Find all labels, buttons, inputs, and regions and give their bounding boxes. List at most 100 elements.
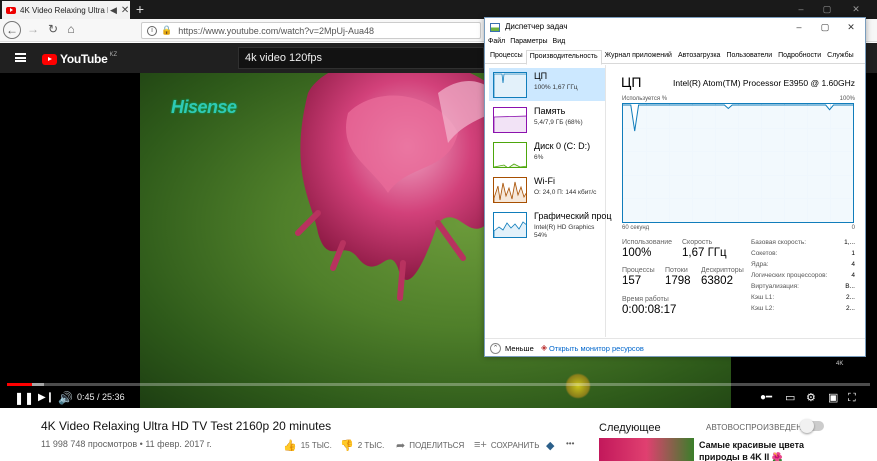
thumbs-down-icon: 👎 xyxy=(340,440,354,452)
stat-value: 100% xyxy=(622,247,652,259)
video-meta: 11 998 748 просмотров • 11 февр. 2017 г. xyxy=(41,439,212,449)
stat-label: Потоки xyxy=(665,267,688,274)
current-time: 0:45 xyxy=(77,392,95,402)
cpu-heading: ЦП xyxy=(621,74,642,90)
autoplay-label: АВТОВОСПРОИЗВЕДЕНИЕ xyxy=(706,423,814,432)
resource-name: ЦП xyxy=(534,71,548,81)
detail-key: Виртуализация: xyxy=(751,283,799,290)
open-resource-monitor-link[interactable]: Открыть монитор ресурсов xyxy=(549,344,644,353)
save-button[interactable]: ≡+ СОХРАНИТЬ xyxy=(474,439,539,451)
site-info-icon[interactable]: i xyxy=(147,25,157,36)
detail-key: Ядра: xyxy=(751,261,769,268)
extension-button[interactable]: ◆ xyxy=(546,439,558,452)
resource-gpu[interactable]: Графический проц Intel(R) HD Graphics 54… xyxy=(489,208,612,248)
menu-file[interactable]: Файл xyxy=(488,38,505,49)
share-label: ПОДЕЛИТЬСЯ xyxy=(409,441,465,450)
resource-wifi[interactable]: Wi-Fi О: 24,0 П: 144 кбит/с xyxy=(489,173,605,206)
resource-value: Intel(R) HD Graphics 54% xyxy=(534,224,595,239)
autoplay-toggle-icon[interactable]: ●━ xyxy=(760,391,772,405)
like-count: 15 ТЫС. xyxy=(300,441,332,450)
stat-label: Процессы xyxy=(622,267,655,274)
tab-audio-icon[interactable]: ◀ xyxy=(110,5,117,16)
stat-label: Дескрипторы xyxy=(701,267,744,274)
video-title: 4K Video Relaxing Ultra HD TV Test 2160p… xyxy=(41,419,332,433)
subtitles-icon[interactable]: ▭ xyxy=(785,391,795,405)
more-actions-button[interactable]: ••• xyxy=(566,439,574,448)
next-video-icon[interactable]: ▶❙ xyxy=(38,391,54,405)
resource-cpu[interactable]: ЦП 100% 1,67 ГГц xyxy=(489,68,605,101)
tab-details[interactable]: Подробности xyxy=(775,50,824,63)
chevron-up-icon[interactable]: ⌃ xyxy=(490,343,501,354)
time-separator: / xyxy=(94,392,103,402)
url-text: https://www.youtube.com/watch?v=2MpUj-Au… xyxy=(178,25,375,36)
tab-title: 4K Video Relaxing Ultra HD xyxy=(20,5,108,15)
url-bar[interactable]: i 🔒 https://www.youtube.com/watch?v=2MpU… xyxy=(141,22,481,39)
detail-value: 4 xyxy=(851,261,855,268)
tab-app-history[interactable]: Журнал приложений xyxy=(602,50,675,63)
disk-mini-graph xyxy=(493,142,527,168)
memory-mini-graph xyxy=(493,107,527,133)
new-tab-button[interactable]: + xyxy=(133,0,147,19)
tm-menubar: Файл Параметры Вид xyxy=(485,38,865,49)
share-button[interactable]: ➦ ПОДЕЛИТЬСЯ xyxy=(396,439,464,452)
stat-uptime: Время работы 0:00:08:17 xyxy=(622,296,676,316)
volume-icon[interactable]: 🔊 xyxy=(58,391,73,405)
graph-zero-label: 0 xyxy=(851,225,855,231)
tab-users[interactable]: Пользователи xyxy=(723,50,775,63)
menu-icon[interactable] xyxy=(15,53,26,62)
resource-list: ЦП 100% 1,67 ГГц Память 5,4/7,9 ГБ (68%)… xyxy=(485,65,612,337)
fewer-details-link[interactable]: Меньше xyxy=(505,344,534,353)
miniplayer-icon[interactable]: ▣ xyxy=(828,391,838,405)
tm-maximize-button[interactable]: ▢ xyxy=(815,20,835,34)
stat-value: 1,67 ГГц xyxy=(682,247,727,259)
stat-value: 63802 xyxy=(701,275,733,287)
autoplay-toggle[interactable] xyxy=(800,419,824,433)
reload-icon[interactable]: ↻ xyxy=(44,21,62,39)
tab-processes[interactable]: Процессы xyxy=(487,50,526,63)
resource-name: Память xyxy=(534,106,566,116)
progress-bar[interactable] xyxy=(7,383,870,386)
duration: 25:36 xyxy=(102,392,125,402)
resource-memory[interactable]: Память 5,4/7,9 ГБ (68%) xyxy=(489,103,605,136)
detail-logical-processors: Логических процессоров: 4 xyxy=(751,272,855,279)
tm-close-button[interactable]: ✕ xyxy=(841,20,861,34)
stat-label: Время работы xyxy=(622,296,669,303)
tm-minimize-button[interactable]: – xyxy=(789,20,809,34)
home-icon[interactable]: ⌂ xyxy=(62,21,80,39)
youtube-logo[interactable]: YouTube KZ xyxy=(42,52,117,66)
next-video-title[interactable]: Самые красивые цвета природы в 4K II 🌺 xyxy=(699,439,819,461)
pause-icon[interactable]: ❚❚ xyxy=(14,391,34,405)
tab-startup[interactable]: Автозагрузка xyxy=(675,50,723,63)
stat-value: 0:00:08:17 xyxy=(622,304,677,316)
task-manager-title: Диспетчер задач xyxy=(505,22,568,31)
resource-disk[interactable]: Диск 0 (C: D:) 6% xyxy=(489,138,605,171)
resource-name: Графический проц xyxy=(534,211,612,221)
cpu-mini-graph xyxy=(493,72,527,98)
detail-value: 2... xyxy=(845,305,855,312)
menu-view[interactable]: Вид xyxy=(553,38,566,49)
detail-virtualization: Виртуализация: В... xyxy=(751,283,855,290)
task-manager-titlebar[interactable]: Диспетчер задач – ▢ ✕ xyxy=(485,18,865,38)
resource-value: О: 24,0 П: 144 кбит/с xyxy=(534,189,597,196)
next-video-thumbnail[interactable] xyxy=(599,438,694,461)
tab-close-icon[interactable]: ✕ xyxy=(121,5,129,16)
detail-value: 1,... xyxy=(844,239,855,246)
menu-options[interactable]: Параметры xyxy=(510,38,547,49)
browser-tab[interactable]: 4K Video Relaxing Ultra HD ◀ ✕ xyxy=(2,1,130,19)
settings-gear-icon[interactable]: ⚙ xyxy=(806,391,816,405)
stat-speed: Скорость 1,67 ГГц xyxy=(682,239,727,259)
tab-performance[interactable]: Производительность xyxy=(525,50,602,65)
fullscreen-icon[interactable]: ⛶ xyxy=(848,391,856,405)
like-button[interactable]: 👍 15 ТЫС. xyxy=(283,439,332,452)
back-arrow-icon[interactable]: ← xyxy=(3,21,21,39)
dislike-button[interactable]: 👎 2 ТЫС. xyxy=(340,439,384,452)
time-display: 0:45 / 25:36 xyxy=(77,392,125,402)
forward-arrow-icon[interactable]: → xyxy=(24,21,42,39)
tm-tabs: Процессы Производительность Журнал прило… xyxy=(485,50,865,65)
detail-key: Логических процессоров: xyxy=(751,272,828,279)
share-arrow-icon: ➦ xyxy=(396,440,406,452)
detail-value: 4 xyxy=(851,272,855,279)
detail-key: Кэш L1: xyxy=(751,294,775,301)
tab-services[interactable]: Службы xyxy=(824,50,857,63)
search-input[interactable]: 4k video 120fps xyxy=(238,47,484,69)
